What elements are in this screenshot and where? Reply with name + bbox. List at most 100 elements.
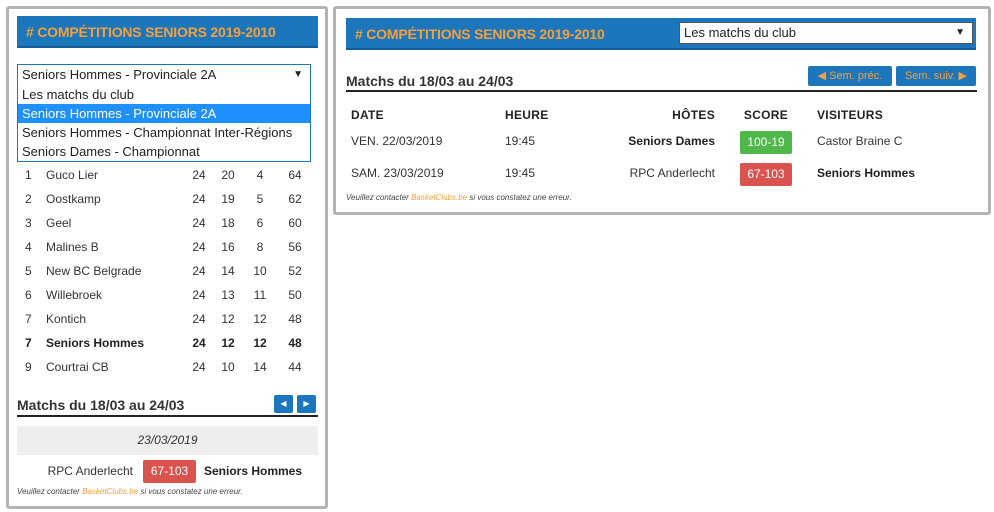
prev-week-button[interactable]: ◀: [274, 395, 293, 413]
points: 48: [288, 336, 302, 350]
match-score-badge: 67-103: [143, 460, 196, 483]
rank-position: 3: [25, 216, 32, 230]
match-date: VEN. 22/03/2019: [351, 134, 443, 148]
team-name: Guco Lier: [46, 168, 99, 182]
lost-count: 8: [256, 240, 264, 254]
points: 50: [288, 288, 302, 302]
dropdown-option-club-matches[interactable]: Les matchs du club: [18, 85, 310, 104]
right-banner-text: # COMPÉTITIONS SENIORS 2019-2010: [355, 26, 605, 42]
right-matches-title: Matchs du 18/03 au 24/03: [346, 73, 514, 89]
table-row-highlighted: 7 Seniors Hommes 24 12 12 48: [17, 331, 307, 355]
match-score-badge: 67-103: [740, 163, 792, 186]
left-widget: # COMPÉTITIONS SENIORS 2019-2010 Seniors…: [6, 6, 328, 509]
played-count: 24: [192, 336, 206, 350]
table-row: 9 Courtrai CB 24 10 14 44: [17, 355, 307, 379]
won-count: 10: [221, 360, 235, 374]
dropdown-option-provinciale-2a[interactable]: Seniors Hommes - Provinciale 2A: [18, 104, 310, 123]
won-count: 13: [221, 288, 235, 302]
won-count: 20: [221, 168, 235, 182]
rank-position: 1: [25, 168, 32, 182]
played-count: 24: [192, 168, 206, 182]
points: 56: [288, 240, 302, 254]
right-widget: # COMPÉTITIONS SENIORS 2019-2010 Les mat…: [333, 6, 991, 215]
lost-count: 6: [256, 216, 264, 230]
note-suffix: si vous constatez une erreur.: [467, 193, 572, 202]
table-row: 7 Kontich 24 12 12 48: [17, 307, 307, 331]
next-week-button[interactable]: Sem. suiv. ▶: [896, 66, 976, 86]
lost-count: 11: [253, 288, 267, 302]
previous-week-button[interactable]: ◀ Sem. préc.: [808, 66, 892, 86]
played-count: 24: [192, 312, 206, 326]
chevron-left-icon: ◀: [280, 399, 287, 408]
team-name: Geel: [46, 216, 72, 230]
chevron-down-icon: ▼: [955, 27, 965, 38]
error-report-note: Veuillez contacter BasketClubs.be si vou…: [17, 487, 243, 496]
column-header-home: HÔTES: [672, 108, 715, 122]
rank-position: 9: [25, 360, 32, 374]
match-home-team: RPC Anderlecht: [629, 166, 715, 180]
lost-count: 10: [253, 264, 267, 278]
column-header-away: VISITEURS: [817, 108, 884, 122]
note-prefix: Veuillez contacter: [17, 487, 83, 496]
points: 52: [288, 264, 302, 278]
match-home-team: RPC Anderlecht: [47, 464, 133, 478]
points: 62: [288, 192, 302, 206]
lost-count: 5: [256, 192, 264, 206]
next-week-button[interactable]: ▶: [297, 395, 316, 413]
won-count: 18: [221, 216, 235, 230]
won-count: 19: [221, 192, 235, 206]
column-header-time: HEURE: [505, 108, 549, 122]
team-name: Oostkamp: [46, 192, 101, 206]
table-row: 5 New BC Belgrade 24 14 10 52: [17, 259, 307, 283]
lost-count: 4: [256, 168, 264, 182]
lost-count: 12: [253, 312, 267, 326]
won-count: 14: [221, 264, 235, 278]
match-date: SAM. 23/03/2019: [351, 166, 444, 180]
match-away-team: Seniors Hommes: [204, 464, 303, 478]
left-matches-title: Matchs du 18/03 au 24/03: [17, 397, 185, 413]
lost-count: 14: [253, 360, 267, 374]
competition-select[interactable]: Seniors Hommes - Provinciale 2A ▼: [17, 64, 311, 86]
played-count: 24: [192, 240, 206, 254]
club-matches-select-value: Les matchs du club: [684, 25, 797, 40]
dropdown-option-dames-championnat[interactable]: Seniors Dames - Championnat: [18, 142, 310, 161]
table-row: 4 Malines B 24 16 8 56: [17, 235, 307, 259]
table-row: 1 Guco Lier 24 20 4 64: [17, 163, 307, 187]
note-prefix: Veuillez contacter: [346, 193, 412, 202]
basketclubs-link[interactable]: BasketClubs.be: [411, 193, 467, 202]
note-suffix: si vous constatez une erreur.: [138, 487, 243, 496]
match-time: 19:45: [505, 166, 536, 180]
won-count: 12: [221, 312, 235, 326]
basketclubs-link[interactable]: BasketClubs.be: [82, 487, 138, 496]
left-matches-heading: Matchs du 18/03 au 24/03 ◀ ▶: [17, 395, 318, 417]
points: 48: [288, 312, 302, 326]
competition-dropdown-list: Les matchs du club Seniors Hommes - Prov…: [17, 85, 311, 162]
column-header-date: DATE: [351, 108, 384, 122]
played-count: 24: [192, 264, 206, 278]
match-date-header: 23/03/2019: [17, 426, 318, 455]
column-header-score: SCORE: [743, 108, 789, 122]
table-row: 3 Geel 24 18 6 60: [17, 211, 307, 235]
competition-select-value: Seniors Hommes - Provinciale 2A: [22, 67, 217, 82]
match-away-team: Castor Braine C: [817, 134, 903, 148]
match-away-team: Seniors Hommes: [817, 166, 916, 180]
played-count: 24: [192, 216, 206, 230]
team-name: Willebroek: [46, 288, 103, 302]
rank-position: 7: [25, 336, 32, 350]
match-home-team: Seniors Dames: [628, 134, 715, 148]
played-count: 24: [192, 192, 206, 206]
team-name: Kontich: [46, 312, 87, 326]
team-name: Malines B: [46, 240, 99, 254]
rank-position: 7: [25, 312, 32, 326]
error-report-note: Veuillez contacter BasketClubs.be si vou…: [346, 193, 572, 202]
table-row: 2 Oostkamp 24 19 5 62: [17, 187, 307, 211]
won-count: 16: [221, 240, 235, 254]
dropdown-option-inter-regions[interactable]: Seniors Hommes - Championnat Inter-Régio…: [18, 123, 310, 142]
rank-position: 6: [25, 288, 32, 302]
chevron-right-icon: ▶: [303, 399, 310, 408]
team-name: Seniors Hommes: [46, 336, 145, 350]
table-row: 6 Willebroek 24 13 11 50: [17, 283, 307, 307]
chevron-down-icon: ▼: [293, 69, 303, 80]
played-count: 24: [192, 288, 206, 302]
club-matches-select[interactable]: Les matchs du club ▼: [679, 22, 973, 44]
